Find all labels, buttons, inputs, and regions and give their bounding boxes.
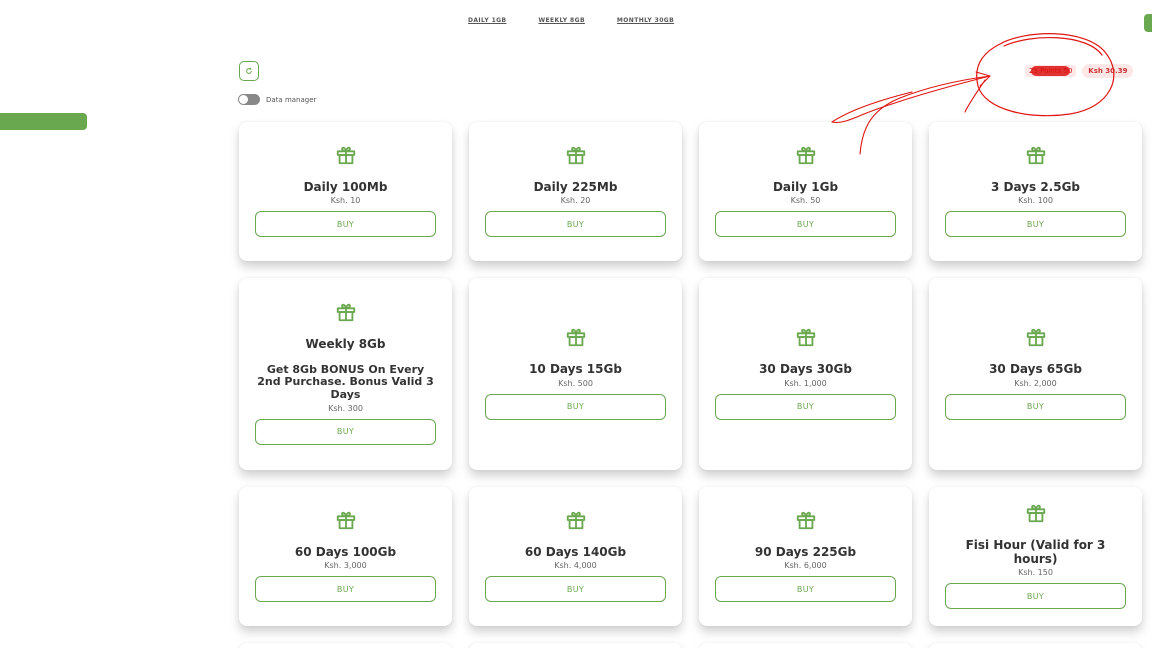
package-card: Daily 100Mb Ksh. 10 BUY [239, 122, 452, 261]
top-right-green-tab[interactable] [1144, 14, 1152, 32]
buy-button[interactable]: BUY [715, 576, 896, 603]
data-manager-row: Data manager [238, 94, 316, 105]
package-price: Ksh. 100 [1018, 196, 1053, 206]
buy-button[interactable]: BUY [255, 418, 436, 445]
package-card: Daily 225Mb Ksh. 20 BUY [469, 122, 682, 261]
package-price: Ksh. 50 [790, 196, 821, 206]
package-price: Ksh. 150 [1018, 568, 1053, 578]
package-card: 60 Days 140Gb Ksh. 4,000 BUY [469, 487, 682, 626]
tab-weekly-8gb[interactable]: WEEKLY 8GB [538, 17, 584, 24]
package-price: Ksh. 500 [558, 378, 593, 388]
package-card: Fisi Hour (Valid for 3 hours) Ksh. 150 B… [929, 487, 1142, 626]
package-title: 60 Days 100Gb [294, 544, 397, 559]
package-title: Weekly 8Gb [305, 337, 386, 352]
top-tabs: DAILY 1GB WEEKLY 8GB MONTHLY 30GB [468, 17, 674, 24]
buy-button[interactable]: BUY [715, 211, 896, 238]
balance-area: 25 Points 50 Ksh 30.39 [1025, 64, 1134, 78]
refresh-icon [246, 67, 252, 74]
package-card-partial [239, 643, 452, 648]
package-title: Daily 100Mb [303, 179, 388, 194]
package-price: Ksh. 1,000 [784, 378, 827, 388]
data-manager-toggle[interactable] [238, 94, 260, 105]
refresh-button[interactable] [239, 61, 259, 81]
package-price: Ksh. 3,000 [324, 561, 367, 571]
package-title: 60 Days 140Gb [524, 544, 627, 559]
gift-icon [336, 146, 355, 164]
package-grid: Daily 100Mb Ksh. 10 BUY Daily 225Mb Ksh.… [239, 122, 1142, 648]
package-card-partial [469, 643, 682, 648]
gift-icon [336, 511, 355, 529]
package-card: 30 Days 65Gb Ksh. 2,000 BUY [929, 278, 1142, 470]
package-card: Daily 1Gb Ksh. 50 BUY [699, 122, 912, 261]
package-title: 10 Days 15Gb [529, 362, 622, 377]
package-title: 30 Days 65Gb [989, 362, 1082, 377]
sidebar-green-bar[interactable] [0, 113, 87, 130]
buy-button[interactable]: BUY [945, 211, 1126, 238]
package-card-partial [929, 643, 1142, 648]
points-balance-scribbled: 25 Points 50 [1025, 65, 1077, 77]
data-manager-label: Data manager [266, 95, 317, 104]
package-price: Ksh. 10 [330, 196, 361, 206]
page: DAILY 1GB WEEKLY 8GB MONTHLY 30GB Data m… [0, 0, 1152, 648]
package-card: 10 Days 15Gb Ksh. 500 BUY [469, 278, 682, 470]
package-title: 3 Days 2.5Gb [990, 179, 1081, 194]
gift-icon [566, 329, 585, 347]
buy-button[interactable]: BUY [255, 576, 436, 603]
buy-button[interactable]: BUY [485, 211, 666, 238]
package-title: Daily 1Gb [772, 179, 839, 194]
gift-icon [1026, 146, 1045, 164]
package-price: Ksh. 20 [560, 196, 591, 206]
buy-button[interactable]: BUY [945, 583, 1126, 610]
package-price: Ksh. 300 [328, 403, 363, 413]
tab-monthly-30gb[interactable]: MONTHLY 30GB [617, 17, 674, 24]
buy-button[interactable]: BUY [945, 393, 1126, 420]
gift-icon [566, 146, 585, 164]
package-card: 90 Days 225Gb Ksh. 6,000 BUY [699, 487, 912, 626]
gift-icon [796, 329, 815, 347]
buy-button[interactable]: BUY [485, 393, 666, 420]
package-card-partial [699, 643, 912, 648]
buy-button[interactable]: BUY [255, 211, 436, 238]
package-card: 60 Days 100Gb Ksh. 3,000 BUY [239, 487, 452, 626]
gift-icon [796, 511, 815, 529]
package-price: Ksh. 2,000 [1014, 378, 1057, 388]
buy-button[interactable]: BUY [485, 576, 666, 603]
package-subtitle: Get 8Gb BONUS On Every 2nd Purchase. Bon… [257, 362, 434, 402]
balance-amount: Ksh 30.39 [1082, 64, 1134, 78]
package-title: 30 Days 30Gb [759, 362, 852, 377]
package-card: 30 Days 30Gb Ksh. 1,000 BUY [699, 278, 912, 470]
package-title: Daily 225Mb [533, 179, 618, 194]
gift-icon [796, 146, 815, 164]
package-title: 90 Days 225Gb [754, 544, 857, 559]
package-title: Fisi Hour (Valid for 3 hours) [965, 537, 1106, 566]
gift-icon [1026, 329, 1045, 347]
tab-daily-1gb[interactable]: DAILY 1GB [468, 17, 506, 24]
package-card: 3 Days 2.5Gb Ksh. 100 BUY [929, 122, 1142, 261]
package-card: Weekly 8Gb Get 8Gb BONUS On Every 2nd Pu… [239, 278, 452, 470]
gift-icon [1026, 504, 1045, 522]
buy-button[interactable]: BUY [715, 393, 896, 420]
gift-icon [336, 304, 355, 322]
package-price: Ksh. 4,000 [554, 561, 597, 571]
package-price: Ksh. 6,000 [784, 561, 827, 571]
gift-icon [566, 511, 585, 529]
